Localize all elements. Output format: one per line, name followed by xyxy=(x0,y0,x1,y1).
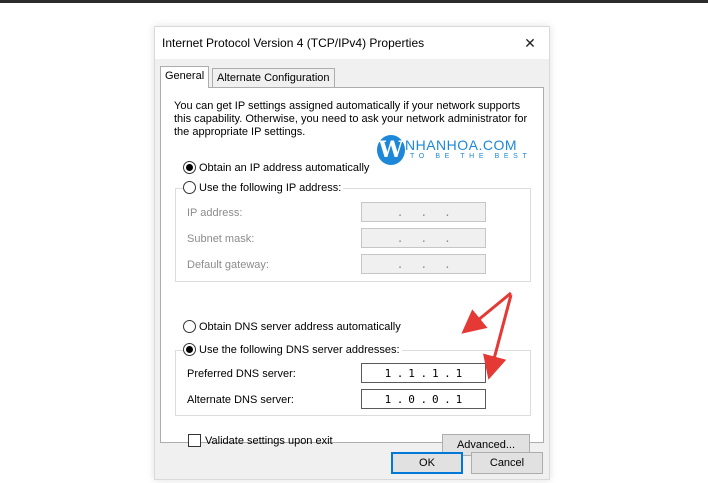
obtain-ip-auto-radio[interactable]: Obtain an IP address automatically xyxy=(183,161,369,174)
use-following-dns-radio[interactable]: Use the following DNS server addresses: xyxy=(183,343,402,356)
octet-dot: . xyxy=(396,257,404,271)
octet: 1 xyxy=(431,366,439,380)
octet-dot: . xyxy=(396,205,404,219)
obtain-ip-auto-label: Obtain an IP address automatically xyxy=(199,161,370,174)
alternate-dns-input[interactable]: 1. 0. 0. 1 xyxy=(361,389,486,409)
validate-settings-checkbox[interactable]: Validate settings upon exit xyxy=(188,434,333,447)
subnet-mask-label: Subnet mask: xyxy=(187,233,255,245)
default-gateway-label: Default gateway: xyxy=(187,259,269,271)
octet-dot: . xyxy=(420,392,428,406)
radio-checked-icon xyxy=(183,161,196,174)
octet-dot: . xyxy=(396,392,404,406)
octet: 1 xyxy=(384,392,392,406)
ipv4-properties-dialog: Internet Protocol Version 4 (TCP/IPv4) P… xyxy=(154,26,550,480)
description-text: You can get IP settings assigned automat… xyxy=(174,100,528,138)
radio-unchecked-icon xyxy=(183,320,196,333)
tab-general[interactable]: General xyxy=(160,66,210,88)
octet: 1 xyxy=(408,366,415,380)
octet-dot: . xyxy=(444,257,451,271)
title-bar[interactable]: Internet Protocol Version 4 (TCP/IPv4) P… xyxy=(155,27,549,59)
ip-address-input[interactable]: . . . xyxy=(361,202,486,222)
subnet-mask-input[interactable]: . . . xyxy=(361,228,486,248)
validate-settings-label: Validate settings upon exit xyxy=(205,434,333,447)
logo-w-badge: W xyxy=(377,135,405,165)
radio-checked-icon xyxy=(183,343,196,356)
logo-tagline: TO BE THE BEST xyxy=(410,153,532,160)
logo-name: NHANHOA.COM xyxy=(405,137,518,153)
octet-dot: . xyxy=(420,366,428,380)
alternate-dns-label: Alternate DNS server: xyxy=(187,394,294,406)
octet-dot: . xyxy=(444,231,451,245)
obtain-dns-auto-label: Obtain DNS server address automatically xyxy=(199,320,401,333)
octet-dot: . xyxy=(420,257,428,271)
checkbox-unchecked-icon xyxy=(188,434,201,447)
octet: 0 xyxy=(431,392,439,406)
default-gateway-input[interactable]: . . . xyxy=(361,254,486,274)
radio-unchecked-icon xyxy=(183,181,196,194)
close-icon[interactable]: ✕ xyxy=(517,31,543,55)
window-title: Internet Protocol Version 4 (TCP/IPv4) P… xyxy=(162,36,425,50)
octet: 1 xyxy=(455,366,463,380)
octet-dot: . xyxy=(396,231,404,245)
preferred-dns-input[interactable]: 1. 1. 1. 1 xyxy=(361,363,486,383)
use-following-dns-label: Use the following DNS server addresses: xyxy=(199,343,400,356)
ok-button[interactable]: OK xyxy=(391,452,463,474)
octet-dot: . xyxy=(444,366,451,380)
octet: 0 xyxy=(408,392,415,406)
tab-alternate-configuration[interactable]: Alternate Configuration xyxy=(212,68,335,88)
ip-address-label: IP address: xyxy=(187,207,243,219)
use-following-ip-radio[interactable]: Use the following IP address: xyxy=(183,181,344,194)
octet-dot: . xyxy=(420,231,428,245)
octet: 1 xyxy=(384,366,392,380)
octet-dot: . xyxy=(444,392,451,406)
cancel-button[interactable]: Cancel xyxy=(471,452,543,474)
use-following-ip-label: Use the following IP address: xyxy=(199,181,342,194)
octet-dot: . xyxy=(420,205,428,219)
octet-dot: . xyxy=(396,366,404,380)
obtain-dns-auto-radio[interactable]: Obtain DNS server address automatically xyxy=(183,320,401,333)
preferred-dns-label: Preferred DNS server: xyxy=(187,368,296,380)
nhanhoa-watermark-logo: W NHANHOA.COM TO BE THE BEST xyxy=(377,135,537,167)
octet-dot: . xyxy=(444,205,451,219)
top-edge-bar xyxy=(0,0,708,3)
octet: 1 xyxy=(455,392,463,406)
